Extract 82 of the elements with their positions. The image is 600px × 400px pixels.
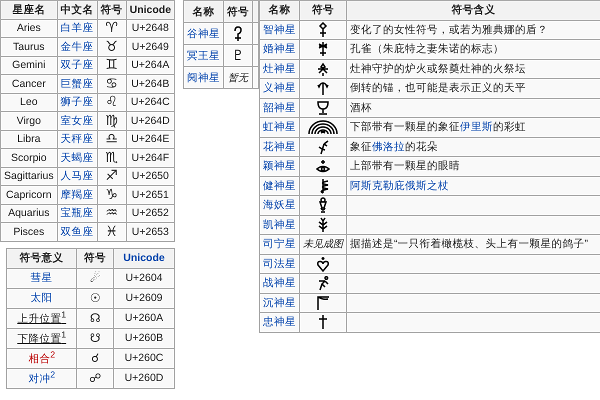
column-header: 中文名 xyxy=(57,0,98,19)
zodiac-symbol: ♉ xyxy=(97,38,126,56)
description-link[interactable]: 佛洛拉 xyxy=(372,140,406,153)
zodiac-symbol: ♑ xyxy=(97,186,126,204)
description-text: 上部带有一颗星的眼睛 xyxy=(350,160,460,172)
table-cell: U+260D xyxy=(113,368,175,388)
column-header: 名称 xyxy=(184,0,224,22)
column-header: 符号含义 xyxy=(346,0,600,20)
table-cell: Aries xyxy=(0,19,58,38)
zodiac-symbol: ♓ xyxy=(97,222,126,241)
description-text: 下部带有一颗星的象征伊里斯的彩虹 xyxy=(350,121,526,134)
table-cell: U+260B xyxy=(113,328,175,348)
column-header: 符号 xyxy=(97,0,126,19)
table-cell: U+2653 xyxy=(126,222,175,241)
table-cell: U+2648 xyxy=(126,19,175,38)
column-header: 名称 xyxy=(260,0,300,20)
table-cell: U+264D xyxy=(126,112,175,130)
table-cell: Aquarius xyxy=(0,204,58,222)
description-text: 孔雀（朱庇特之妻朱诺的标志） xyxy=(350,43,504,56)
astro-symbol: ♇ xyxy=(224,44,253,66)
zodiac-symbol: ♋ xyxy=(97,74,126,93)
anchor-icon xyxy=(315,80,332,96)
table-cell: U+2651 xyxy=(126,186,175,204)
description-text: 象征佛洛拉的花朵 xyxy=(350,140,438,153)
rainbow-icon xyxy=(307,119,340,136)
table-cell: U+264F xyxy=(126,148,175,167)
astro-symbol: ☍ xyxy=(76,368,114,388)
table-cell: Leo xyxy=(0,93,58,112)
table-cell: U+264C xyxy=(126,93,175,112)
table-cell: Libra xyxy=(0,130,58,148)
column-header: 星座名 xyxy=(0,0,58,19)
column-header: Unicode xyxy=(126,0,175,19)
description-text: 变化了的女性符号，或若为雅典娜的盾？ xyxy=(350,24,548,36)
table-cell: U+264B xyxy=(126,74,175,93)
zodiac-symbol: ♈ xyxy=(97,19,126,38)
table-cell: 未见成图 xyxy=(300,234,347,254)
eye-icon xyxy=(315,158,332,174)
flag-icon xyxy=(315,294,332,311)
column-header: 符号 xyxy=(224,0,253,22)
table-cell: 暂无 xyxy=(224,66,253,88)
zodiac-symbol: ♐ xyxy=(97,167,126,186)
astro-symbol: ☌ xyxy=(76,348,114,368)
table-cell: U+2649 xyxy=(126,38,175,56)
table-cell: Sagittarius xyxy=(0,167,58,186)
astro-symbol: ☋ xyxy=(76,328,114,348)
astro-symbol: ☊ xyxy=(76,308,114,328)
table-cell: U+2609 xyxy=(113,288,175,308)
zodiac-symbol: ♏ xyxy=(97,148,126,167)
zodiac-symbol: ♒ xyxy=(97,204,126,222)
zodiac-symbol: ♌ xyxy=(97,93,126,112)
meaning-link[interactable]: 彗星 xyxy=(30,272,53,284)
column-header[interactable]: Unicode xyxy=(113,248,175,268)
table-cell: U+264E xyxy=(126,130,175,148)
table-cell: Gemini xyxy=(0,56,58,74)
cup-icon xyxy=(315,100,332,116)
table-cell: U+264A xyxy=(126,56,175,74)
table-cell: Cancer xyxy=(0,74,58,93)
zodiac-symbol: ♊ xyxy=(97,56,126,74)
heart-icon xyxy=(315,256,332,272)
description-link[interactable]: 伊里斯 xyxy=(460,121,494,134)
table-cell: Pisces xyxy=(0,222,58,241)
table-cell: U+260C xyxy=(113,348,175,368)
table-cell: Taurus xyxy=(0,38,58,56)
zodiac-symbol: ♎ xyxy=(97,130,126,148)
table-cell: Scorpio xyxy=(0,148,58,167)
table-cell: U+2652 xyxy=(126,204,175,222)
table-cell: U+2604 xyxy=(113,268,175,288)
description-text: 据描述是“一只衔着橄榄枝、头上有一颗星的鸽子” xyxy=(350,238,588,250)
meaning-link[interactable]: 太阳 xyxy=(30,292,53,304)
table-cell: Virgo xyxy=(0,112,58,130)
zodiac-symbol: ♍ xyxy=(97,112,126,130)
description-text: 酒杯 xyxy=(350,102,372,114)
table-cell: Capricorn xyxy=(0,186,58,204)
astro-symbol: ☉ xyxy=(76,288,114,308)
astro-symbol: ☄ xyxy=(76,268,114,288)
description-text: 灶神守护的炉火或祭奠灶神的火祭坛 xyxy=(350,62,526,75)
column-header: 符号 xyxy=(76,248,114,268)
column-header: 符号 xyxy=(300,0,347,20)
description-text: 倒转的锚，也可能是表示正义的天平 xyxy=(350,82,526,94)
column-header: 符号意义 xyxy=(6,248,77,268)
table-cell: U+260A xyxy=(113,308,175,328)
table-cell: U+2650 xyxy=(126,167,175,186)
